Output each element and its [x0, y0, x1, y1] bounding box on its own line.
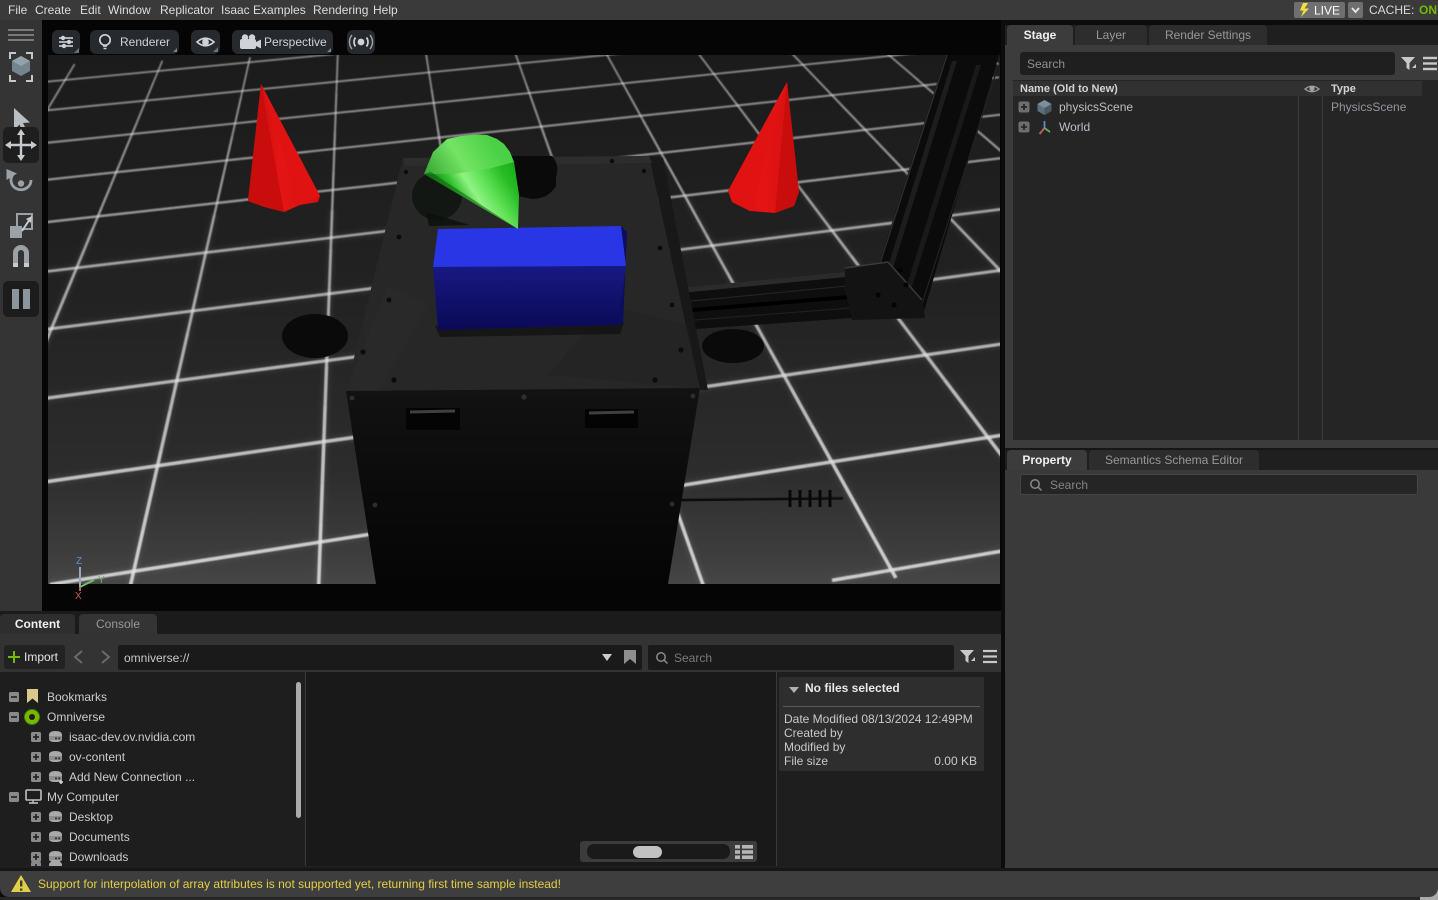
svg-text:Z: Z: [76, 556, 82, 567]
svg-text:Documents: Documents: [69, 830, 130, 844]
svg-text:LIVE: LIVE: [1314, 4, 1340, 18]
svg-text:Desktop: Desktop: [69, 810, 113, 824]
svg-text:Y: Y: [98, 575, 105, 586]
svg-text:ov-content: ov-content: [69, 750, 126, 764]
svg-text:My Computer: My Computer: [47, 790, 119, 804]
svg-text:Add New Connection ...: Add New Connection ...: [69, 770, 195, 784]
svg-text:Bookmarks: Bookmarks: [47, 690, 107, 704]
svg-text:Omniverse: Omniverse: [47, 710, 105, 724]
svg-text:isaac-dev.ov.nvidia.com: isaac-dev.ov.nvidia.com: [69, 730, 195, 744]
svg-text:Downloads: Downloads: [69, 850, 128, 864]
svg-text:X: X: [75, 591, 82, 600]
